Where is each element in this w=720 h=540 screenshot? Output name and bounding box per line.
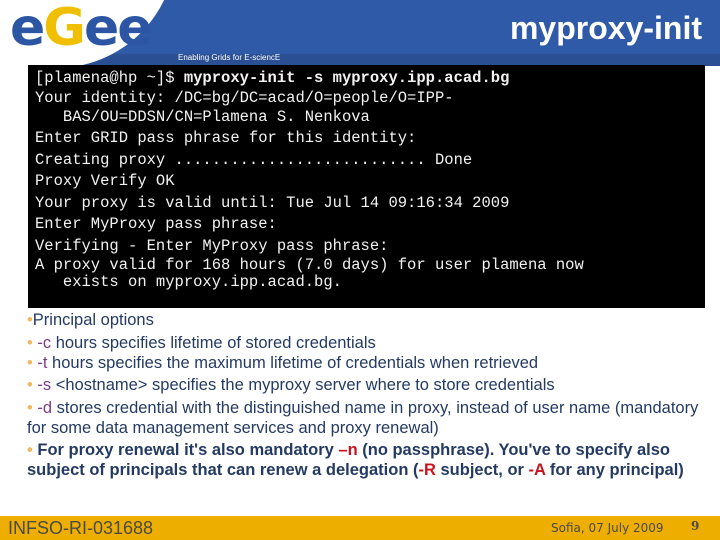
option-text: stores credential with the distinguished…: [27, 398, 699, 437]
option-item: • -d stores credential with the distingu…: [27, 398, 717, 438]
bullet-icon: •: [27, 353, 33, 372]
terminal-output: [plamena@hp ~]$ myproxy-init -s myproxy.…: [28, 65, 705, 308]
terminal-line: Your identity: /DC=bg/DC=acad/O=people/O…: [35, 88, 454, 107]
terminal-prompt: [plamena@hp ~]$: [35, 69, 184, 87]
option-flag: -c: [37, 333, 52, 352]
option-text: hours specifies the maximum lifetime of …: [47, 353, 539, 372]
bullet-icon: •: [27, 398, 33, 417]
logo-letter: G: [43, 0, 86, 58]
flag-r: -R: [418, 461, 436, 479]
option-text: hours specifies lifetime of stored crede…: [51, 333, 376, 352]
bullet-icon: •: [27, 376, 33, 394]
project-id: INFSO-RI-031688: [8, 518, 154, 538]
renewal-text: subject, or: [435, 461, 529, 479]
footer-date: Sofia, 07 July 2009: [551, 521, 664, 535]
terminal-line: Verifying - Enter MyProxy pass phrase:: [35, 236, 389, 255]
flag-a: -A: [528, 461, 546, 479]
flag-n: –n: [338, 441, 358, 459]
logo-letter: e: [83, 0, 119, 58]
slide-footer: INFSO-RI-031688 Sofia, 07 July 2009 9: [0, 516, 720, 540]
renewal-note: • For proxy renewal it's also mandatory …: [27, 440, 717, 480]
renewal-text: For proxy renewal it's also mandatory: [32, 441, 339, 459]
logo-letter: e: [117, 0, 152, 58]
terminal-line: exists on myproxy.ipp.acad.bg.: [35, 273, 342, 291]
options-list: •Principal options • -c hours specifies …: [27, 310, 717, 483]
renewal-text: for any principal): [545, 461, 684, 479]
options-heading: •Principal options: [27, 310, 717, 330]
terminal-line: BAS/OU=DDSN/CN=Plamena S. Nenkova: [35, 107, 370, 126]
terminal-line: Enter MyProxy pass phrase:: [35, 215, 277, 233]
logo-letter: e: [10, 0, 45, 58]
slide-title: myproxy-init: [509, 10, 702, 46]
option-item: • -s <hostname> specifies the myproxy se…: [27, 375, 717, 395]
egee-logo: e G e e: [10, 0, 153, 58]
tagline: Enabling Grids for E-sciencE: [178, 53, 281, 62]
slide-header: e G e e Enabling Grids for E-sciencE myp…: [0, 0, 720, 66]
bullet-icon: •: [27, 333, 33, 352]
terminal-line: A proxy valid for 168 hours (7.0 days) f…: [35, 256, 584, 274]
terminal-command-line: [plamena@hp ~]$ myproxy-init -s myproxy.…: [35, 68, 699, 90]
option-flag: -s: [37, 376, 52, 394]
terminal-line: Proxy Verify OK: [35, 172, 175, 190]
heading-text: Principal options: [32, 311, 154, 329]
option-flag: -t: [37, 353, 48, 372]
terminal-command: myproxy-init -s myproxy.ipp.acad.bg: [183, 69, 510, 87]
terminal-line: Creating proxy .........................…: [35, 150, 473, 169]
option-flag: -d: [37, 398, 53, 417]
terminal-line: Enter GRID pass phrase for this identity…: [35, 129, 417, 147]
option-text: <hostname> specifies the myproxy server …: [51, 376, 555, 394]
option-item: • -c hours specifies lifetime of stored …: [27, 333, 717, 353]
page-number: 9: [691, 519, 700, 533]
option-item: • -t hours specifies the maximum lifetim…: [27, 353, 717, 373]
terminal-line: Your proxy is valid until: Tue Jul 14 09…: [35, 193, 510, 212]
